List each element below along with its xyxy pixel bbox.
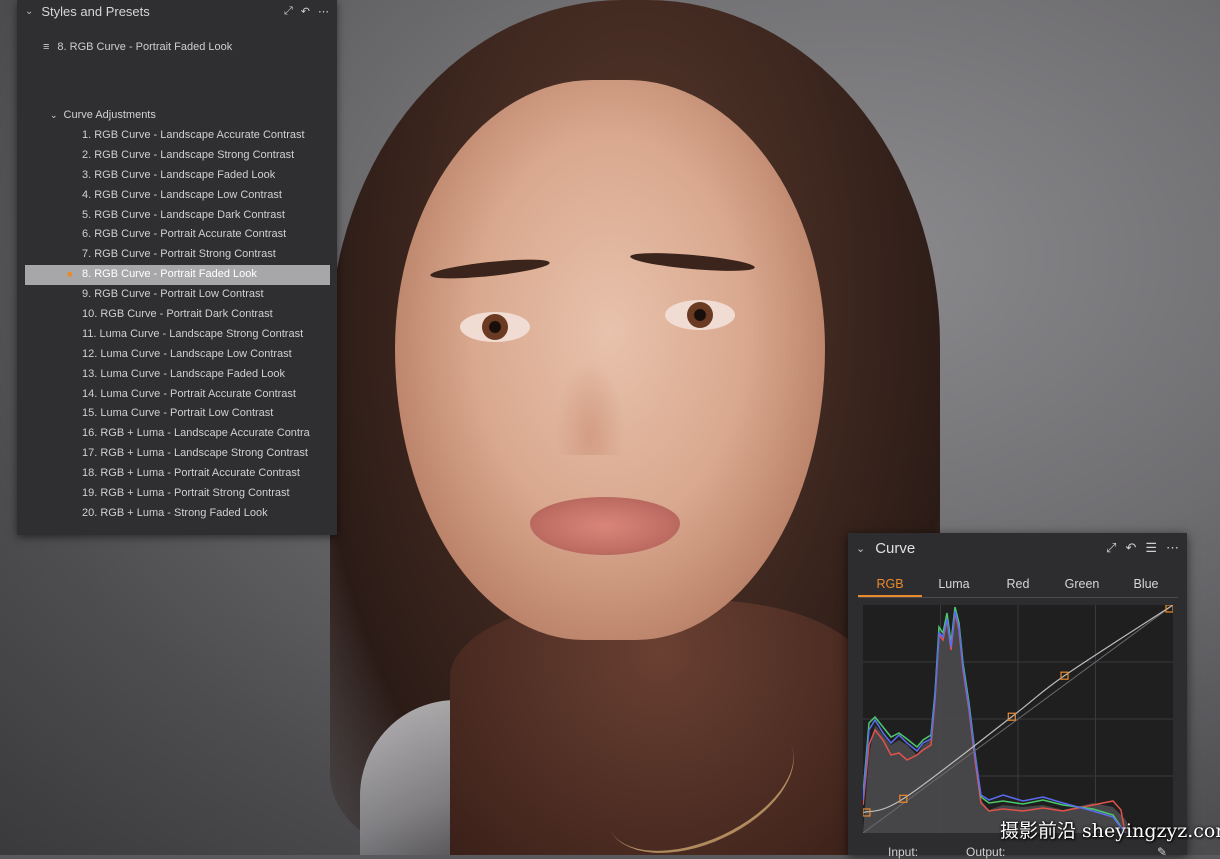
preset-item[interactable]: ■4. RGB Curve - Landscape Low Contrast [25, 186, 330, 206]
preset-item[interactable]: ■11. Luma Curve - Landscape Strong Contr… [25, 325, 330, 345]
preset-label: 1. RGB Curve - Landscape Accurate Contra… [82, 129, 305, 141]
group-chevron-icon[interactable]: ⌄ [50, 110, 58, 121]
preset-label: 12. Luma Curve - Landscape Low Contrast [82, 347, 292, 360]
preset-item[interactable]: ■9. RGB Curve - Portrait Low Contrast [25, 285, 330, 305]
preset-label: 7. RGB Curve - Portrait Strong Contrast [82, 248, 276, 261]
preset-item[interactable]: ■20. RGB + Luma - Strong Faded Look [25, 504, 330, 524]
preset-item[interactable]: ■13. Luma Curve - Landscape Faded Look [25, 365, 330, 385]
preset-item[interactable]: ■17. RGB + Luma - Landscape Strong Contr… [25, 444, 330, 464]
preset-label: 4. RGB Curve - Landscape Low Contrast [82, 188, 282, 201]
curve-adjustments-group[interactable]: ⌄ Curve Adjustments [50, 109, 156, 121]
preset-item[interactable]: ■16. RGB + Luma - Landscape Accurate Con… [25, 424, 330, 444]
curve-header: ⌄ Curve ⤢ ↶ ☰ ⋯ [848, 533, 1187, 563]
photo-eye-left [460, 312, 530, 342]
presets-menu-icon[interactable]: ☰ [1145, 540, 1157, 556]
curve-collapse-chevron-icon[interactable]: ⌄ [856, 542, 865, 555]
preset-label: 15. Luma Curve - Portrait Low Contrast [82, 407, 274, 420]
preset-label: 5. RGB Curve - Landscape Dark Contrast [82, 208, 285, 221]
input-output-row: Input: Output: [888, 845, 1178, 859]
preset-label: 2. RGB Curve - Landscape Strong Contrast [82, 148, 295, 161]
quick-actions-icon[interactable]: ⤢ [1106, 540, 1116, 556]
tab-rgb[interactable]: RGB [858, 573, 922, 597]
tab-luma[interactable]: Luma [922, 573, 986, 597]
preset-item[interactable]: ■7. RGB Curve - Portrait Strong Contrast [25, 245, 330, 265]
tab-blue[interactable]: Blue [1114, 573, 1178, 597]
photo-nose [555, 360, 625, 455]
curve-panel: ⌄ Curve ⤢ ↶ ☰ ⋯ RGBLumaRedGreenBlue [848, 533, 1187, 859]
preset-list: ■ 1. RGB Curve - Landscape Accurate Contr… [25, 126, 330, 524]
styles-presets-panel: ⌄ Styles and Presets ⤢ ↶ ⋯ ≡ 8. RGB Curv… [17, 0, 337, 535]
preset-item[interactable]: ■ 8. RGB Curve - Portrait Faded Look [25, 265, 330, 286]
reset-icon[interactable]: ↶ [301, 5, 310, 18]
preset-label: 14. Luma Curve - Portrait Accurate Contr… [82, 387, 296, 400]
preset-item[interactable]: ■5. RGB Curve - Landscape Dark Contrast [25, 206, 330, 226]
preset-label: 20. RGB + Luma - Strong Faded Look [82, 506, 268, 519]
preset-label: 17. RGB + Luma - Landscape Strong Contra… [82, 447, 308, 460]
applied-marker-icon: ■ [67, 269, 73, 280]
preset-item[interactable]: ■3. RGB Curve - Landscape Faded Look [25, 166, 330, 186]
preset-item[interactable]: ■14. Luma Curve - Portrait Accurate Cont… [25, 385, 330, 405]
preset-label: 10. RGB Curve - Portrait Dark Contrast [82, 308, 273, 321]
panel-title: Styles and Presets [41, 3, 150, 19]
preset-label: 13. Luma Curve - Landscape Faded Look [82, 367, 286, 380]
tab-green[interactable]: Green [1050, 573, 1114, 597]
preset-item[interactable]: ■12. Luma Curve - Landscape Low Contrast [25, 345, 330, 365]
preset-label: 11. Luma Curve - Landscape Strong Contra… [82, 327, 304, 340]
tab-red[interactable]: Red [986, 573, 1050, 597]
preset-item[interactable]: ■2. RGB Curve - Landscape Strong Contras… [25, 146, 330, 166]
current-style-label: 8. RGB Curve - Portrait Faded Look [57, 41, 233, 53]
preset-item[interactable]: ■1. RGB Curve - Landscape Accurate Contr… [25, 126, 330, 146]
collapse-chevron-icon[interactable]: ⌄ [25, 6, 33, 17]
curve-svg[interactable] [863, 605, 1173, 833]
styles-presets-header: ⌄ Styles and Presets ⤢ ↶ ⋯ [17, 0, 337, 22]
quick-actions-icon[interactable]: ⤢ [284, 5, 293, 18]
input-label: Input: [888, 845, 919, 859]
preset-item[interactable]: ■15. Luma Curve - Portrait Low Contrast [25, 404, 330, 424]
preset-label: 3. RGB Curve - Landscape Faded Look [82, 168, 276, 181]
more-options-icon[interactable]: ⋯ [318, 5, 329, 18]
preset-label: 18. RGB + Luma - Portrait Accurate Contr… [82, 467, 300, 480]
group-title: Curve Adjustments [63, 109, 156, 121]
curve-channel-tabs: RGB Luma Red Green Blue [858, 573, 1178, 598]
eyedropper-icon[interactable]: ✎ [1157, 845, 1167, 859]
preset-label: 16. RGB + Luma - Landscape Accurate Cont… [82, 427, 310, 440]
preset-label: 19. RGB + Luma - Portrait Strong Contras… [82, 487, 290, 500]
curve-title: Curve [875, 539, 916, 557]
watermark: 摄影前沿 sheyingzyz.com [1000, 820, 1220, 842]
preset-item[interactable]: ■18. RGB + Luma - Portrait Accurate Cont… [25, 464, 330, 484]
more-options-icon[interactable]: ⋯ [1166, 540, 1179, 556]
preset-label: 9. RGB Curve - Portrait Low Contrast [82, 288, 264, 301]
preset-item[interactable]: ■10. RGB Curve - Portrait Dark Contrast [25, 305, 330, 325]
preset-label: 6. RGB Curve - Portrait Accurate Contras… [82, 228, 287, 241]
photo-eye-right [665, 300, 735, 330]
histogram-luma-fill [863, 610, 1133, 833]
current-style-row[interactable]: ≡ 8. RGB Curve - Portrait Faded Look [43, 41, 232, 53]
reset-icon[interactable]: ↶ [1125, 540, 1136, 556]
curve-graph[interactable] [863, 605, 1173, 833]
preset-item[interactable]: ■6. RGB Curve - Portrait Accurate Contra… [25, 225, 330, 245]
preset-label: 8. RGB Curve - Portrait Faded Look [82, 268, 257, 281]
preset-item[interactable]: ■19. RGB + Luma - Portrait Strong Contra… [25, 484, 330, 504]
stack-icon: ≡ [43, 41, 50, 53]
output-label: Output: [966, 845, 1006, 859]
